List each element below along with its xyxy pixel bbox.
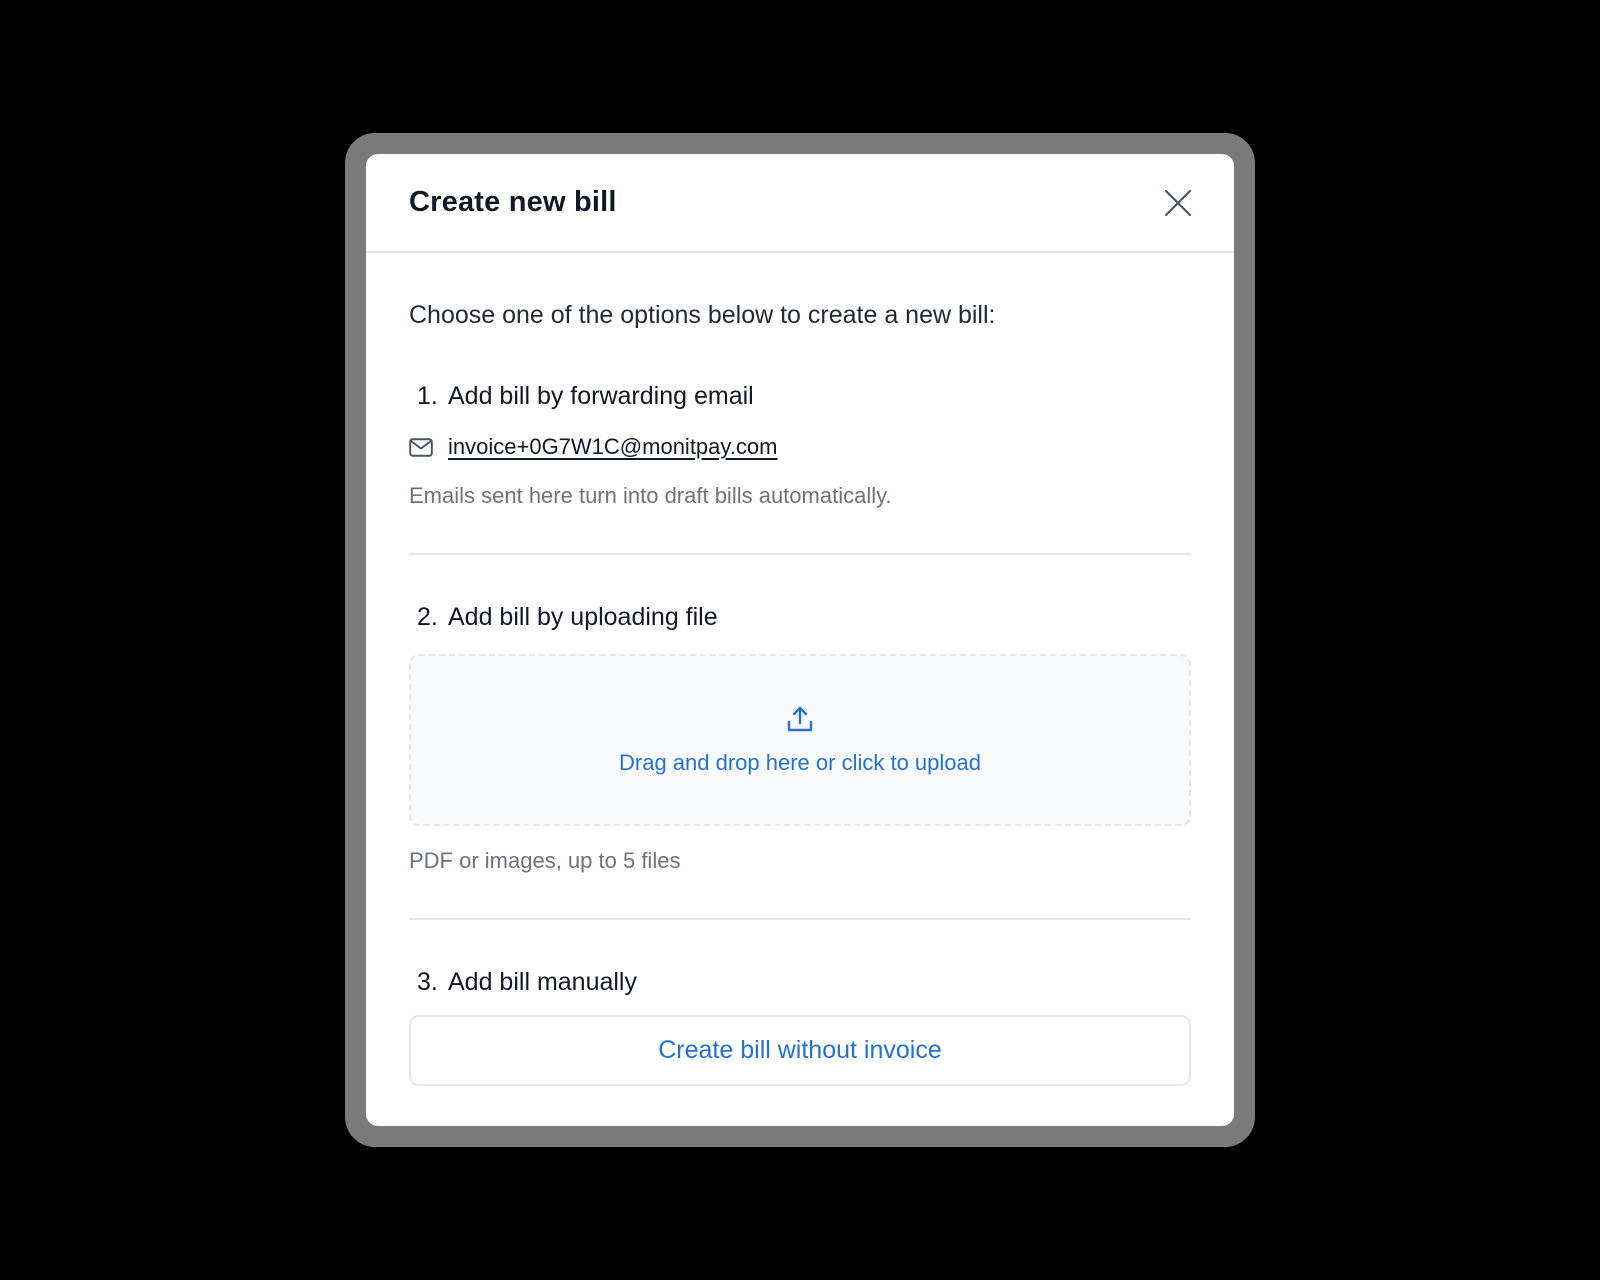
dropzone-text: Drag and drop here or click to upload: [619, 750, 981, 775]
modal-title: Create new bill: [409, 186, 617, 218]
close-x-icon: [1164, 189, 1192, 216]
option-2-heading: 2. Add bill by uploading file: [409, 603, 1191, 632]
create-bill-without-invoice-button[interactable]: Create bill without invoice: [409, 1015, 1191, 1086]
option-3-title: Add bill manually: [448, 968, 637, 996]
intro-text: Choose one of the options below to creat…: [409, 301, 996, 329]
modal-body: Choose one of the options below to creat…: [366, 301, 1234, 1086]
section-divider: [409, 918, 1191, 920]
mail-icon: [409, 436, 435, 458]
upload-hint: PDF or images, up to 5 files: [409, 848, 681, 873]
section-divider: [409, 553, 1191, 555]
option-2-title: Add bill by uploading file: [448, 603, 718, 631]
option-1-heading: 1. Add bill by forwarding email: [409, 382, 1191, 411]
option-1-number: 1.: [417, 382, 438, 410]
file-upload-dropzone[interactable]: Drag and drop here or click to upload: [409, 654, 1191, 826]
close-button[interactable]: [1160, 185, 1196, 221]
forwarding-email-link[interactable]: invoice+0G7W1C@monitpay.com: [448, 434, 777, 460]
create-bill-modal: Create new bill Choose one of the option…: [366, 154, 1234, 1126]
option-1-title: Add bill by forwarding email: [448, 382, 754, 410]
forwarding-email-row: invoice+0G7W1C@monitpay.com: [409, 434, 1191, 460]
option-2-number: 2.: [417, 603, 438, 631]
modal-header: Create new bill: [366, 154, 1234, 253]
option-3-heading: 3. Add bill manually: [409, 968, 1191, 997]
option-3-number: 3.: [417, 968, 438, 996]
upload-icon: [787, 706, 813, 732]
forwarding-email-hint: Emails sent here turn into draft bills a…: [409, 483, 892, 508]
